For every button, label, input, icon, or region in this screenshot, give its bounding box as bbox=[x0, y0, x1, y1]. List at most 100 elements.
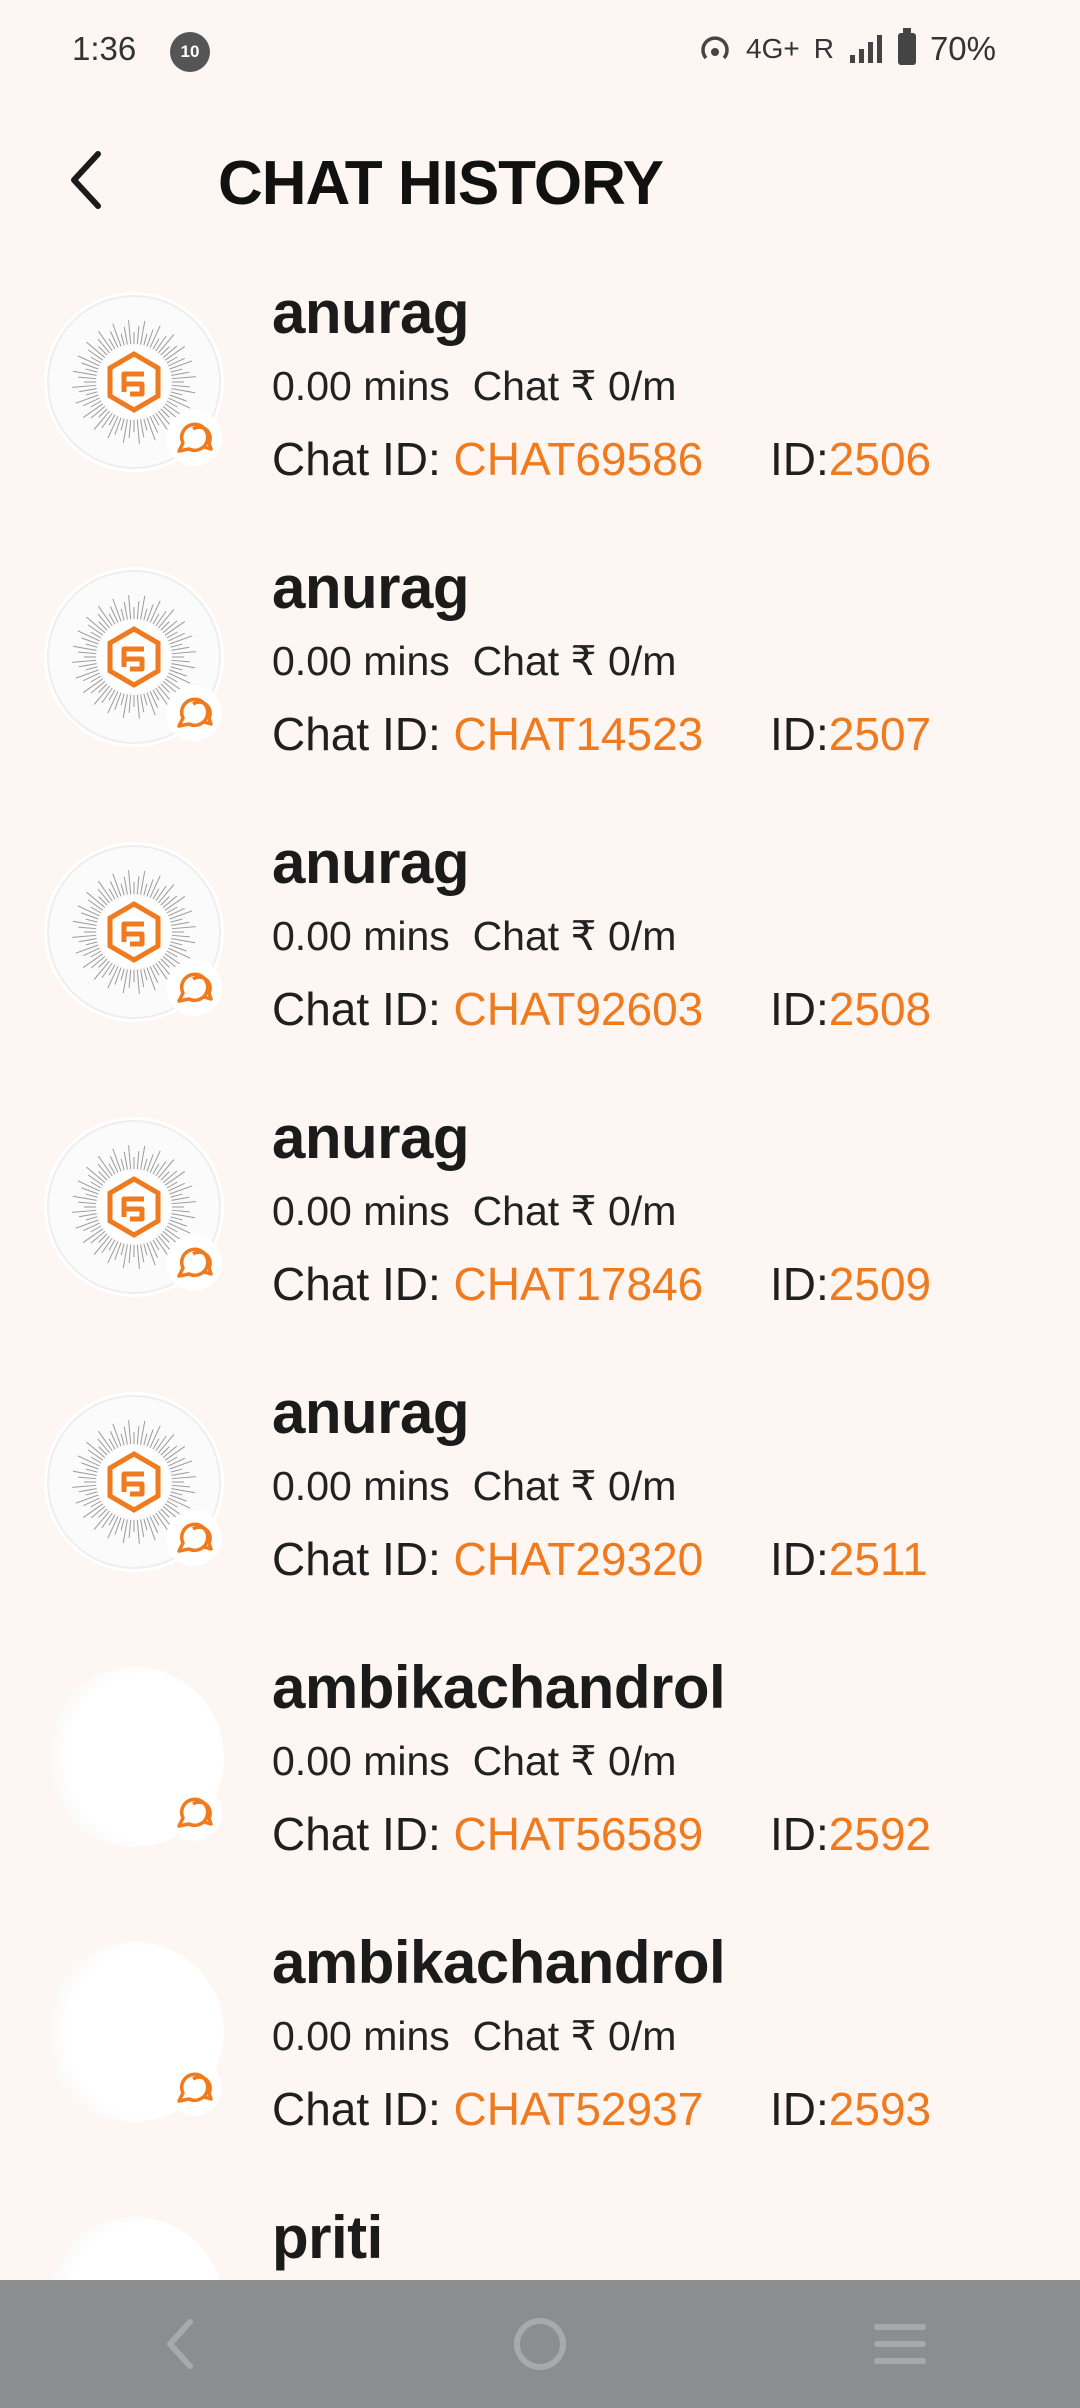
chat-meta: 0.00 mins Chat ₹ 0/m bbox=[272, 912, 676, 960]
user-name: anurag bbox=[272, 554, 470, 621]
signal-icon bbox=[849, 35, 882, 63]
chat-meta: 0.00 mins Chat ₹ 0/m bbox=[272, 362, 676, 410]
chat-meta: 0.00 mins Chat ₹ 0/m bbox=[272, 637, 676, 685]
back-button[interactable] bbox=[48, 142, 124, 218]
notification-count-badge: 10 bbox=[170, 32, 210, 72]
chat-ids: Chat ID: CHAT52937 ID:2593 bbox=[272, 2082, 931, 2136]
chat-bubble-icon bbox=[166, 960, 222, 1016]
chat-meta: 0.00 mins Chat ₹ 0/m bbox=[272, 1187, 676, 1235]
id-label: ID: bbox=[770, 2083, 829, 2135]
chat-bubble-icon bbox=[177, 697, 213, 728]
chat-meta: 0.00 mins Chat ₹ 0/m bbox=[272, 1737, 676, 1785]
id-value: 2507 bbox=[828, 708, 932, 760]
status-time: 1:36 bbox=[72, 30, 137, 67]
id-label: ID: bbox=[770, 708, 829, 760]
nav-back-button[interactable] bbox=[120, 2294, 240, 2394]
chat-meta: 0.00 mins Chat ₹ 0/m bbox=[272, 2012, 676, 2060]
chat-duration: 0.00 mins bbox=[272, 913, 450, 959]
chat-bubble-icon bbox=[166, 1235, 222, 1291]
id-value: 2506 bbox=[828, 433, 932, 485]
id-label: ID: bbox=[770, 433, 829, 485]
chat-duration: 0.00 mins bbox=[272, 363, 450, 409]
id-value: 2511 bbox=[828, 1533, 928, 1585]
id-value: 2509 bbox=[828, 1258, 932, 1310]
chat-ids: Chat ID: CHAT56589 ID:2592 bbox=[272, 1807, 931, 1861]
chat-bubble-icon bbox=[177, 2072, 213, 2103]
chat-rate: Chat ₹ 0/m bbox=[472, 2013, 677, 2059]
chat-ids: Chat ID: CHAT29320 ID:2511 bbox=[272, 1532, 928, 1586]
user-name: priti bbox=[272, 2204, 383, 2271]
chat-id-value: CHAT92603 bbox=[453, 983, 704, 1035]
chat-history-item[interactable]: anurag 0.00 mins Chat ₹ 0/m Chat ID: CHA… bbox=[0, 545, 1080, 820]
battery-icon bbox=[897, 28, 916, 65]
chat-bubble-icon bbox=[166, 1785, 222, 1841]
chat-id-label: Chat ID: bbox=[272, 1258, 454, 1310]
nav-back-icon bbox=[167, 2319, 193, 2369]
chat-rate: Chat ₹ 0/m bbox=[472, 1188, 677, 1234]
chat-ids: Chat ID: CHAT14523 ID:2507 bbox=[272, 707, 931, 761]
chat-id-value: CHAT69586 bbox=[453, 433, 704, 485]
user-name: anurag bbox=[272, 829, 470, 896]
chat-ids: Chat ID: CHAT17846 ID:2509 bbox=[272, 1257, 931, 1311]
chat-duration: 0.00 mins bbox=[272, 638, 450, 684]
chat-bubble-icon bbox=[177, 1522, 213, 1553]
id-value: 2592 bbox=[828, 1808, 932, 1860]
nav-recents-icon bbox=[874, 2324, 926, 2364]
chat-history-item[interactable]: ambikachandrol 0.00 mins Chat ₹ 0/m Chat… bbox=[0, 1645, 1080, 1920]
user-name: ambikachandrol bbox=[272, 1929, 726, 1996]
chat-rate: Chat ₹ 0/m bbox=[472, 1738, 677, 1784]
nav-recents-button[interactable] bbox=[840, 2294, 960, 2394]
chat-bubble-icon bbox=[177, 1797, 213, 1828]
chat-bubble-icon bbox=[166, 1510, 222, 1566]
chat-bubble-icon bbox=[166, 685, 222, 741]
id-label: ID: bbox=[770, 1533, 829, 1585]
nav-home-button[interactable] bbox=[480, 2294, 600, 2394]
chat-bubble-icon bbox=[166, 2060, 222, 2116]
chat-duration: 0.00 mins bbox=[272, 1188, 450, 1234]
network-type: 4G+ bbox=[746, 33, 800, 64]
chat-history-item[interactable]: ambikachandrol 0.00 mins Chat ₹ 0/m Chat… bbox=[0, 1920, 1080, 2195]
chat-id-label: Chat ID: bbox=[272, 708, 454, 760]
chat-bubble-icon bbox=[177, 422, 213, 453]
chat-meta: 0.00 mins Chat ₹ 0/m bbox=[272, 1462, 676, 1510]
chat-id-value: CHAT29320 bbox=[453, 1533, 704, 1585]
id-label: ID: bbox=[770, 1808, 829, 1860]
avatar bbox=[44, 2217, 224, 2280]
chat-id-value: CHAT56589 bbox=[453, 1808, 704, 1860]
page-title: CHAT HISTORY bbox=[218, 149, 664, 218]
chat-history-item[interactable]: anurag 0.00 mins Chat ₹ 0/m Chat ID: CHA… bbox=[0, 270, 1080, 545]
chat-bubble-icon bbox=[177, 972, 213, 1003]
chat-id-label: Chat ID: bbox=[272, 1533, 454, 1585]
chat-history-item[interactable]: anurag 0.00 mins Chat ₹ 0/m Chat ID: CHA… bbox=[0, 820, 1080, 1095]
chat-id-value: CHAT52937 bbox=[453, 2083, 704, 2135]
chevron-left-icon bbox=[71, 151, 101, 209]
chat-ids: Chat ID: CHAT92603 ID:2508 bbox=[272, 982, 931, 1036]
chat-rate: Chat ₹ 0/m bbox=[472, 1463, 677, 1509]
user-name: anurag bbox=[272, 1104, 470, 1171]
chat-duration: 0.00 mins bbox=[272, 1463, 450, 1509]
chat-id-label: Chat ID: bbox=[272, 1808, 454, 1860]
id-value: 2508 bbox=[828, 983, 932, 1035]
chat-id-value: CHAT17846 bbox=[453, 1258, 704, 1310]
chat-id-value: CHAT14523 bbox=[453, 708, 704, 760]
hotspot-icon bbox=[701, 36, 729, 60]
user-name: anurag bbox=[272, 279, 470, 346]
chat-bubble-icon bbox=[177, 1247, 213, 1278]
id-label: ID: bbox=[770, 983, 829, 1035]
header: CHAT HISTORY bbox=[0, 130, 1080, 230]
chat-history-item[interactable]: anurag 0.00 mins Chat ₹ 0/m Chat ID: CHA… bbox=[0, 1370, 1080, 1645]
chat-rate: Chat ₹ 0/m bbox=[472, 913, 677, 959]
system-nav-bar bbox=[0, 2280, 1080, 2408]
chat-id-label: Chat ID: bbox=[272, 983, 454, 1035]
chat-history-item[interactable]: priti bbox=[0, 2195, 1080, 2280]
chat-ids: Chat ID: CHAT69586 ID:2506 bbox=[272, 432, 931, 486]
chat-id-label: Chat ID: bbox=[272, 2083, 454, 2135]
chat-rate: Chat ₹ 0/m bbox=[472, 638, 677, 684]
user-name: ambikachandrol bbox=[272, 1654, 726, 1721]
chat-history-list[interactable]: anurag 0.00 mins Chat ₹ 0/m Chat ID: CHA… bbox=[0, 270, 1080, 2280]
chat-history-item[interactable]: anurag 0.00 mins Chat ₹ 0/m Chat ID: CHA… bbox=[0, 1095, 1080, 1370]
chat-rate: Chat ₹ 0/m bbox=[472, 363, 677, 409]
status-icons: 4G+ R 70% bbox=[698, 28, 996, 68]
nav-home-icon bbox=[514, 2318, 566, 2370]
id-label: ID: bbox=[770, 1258, 829, 1310]
